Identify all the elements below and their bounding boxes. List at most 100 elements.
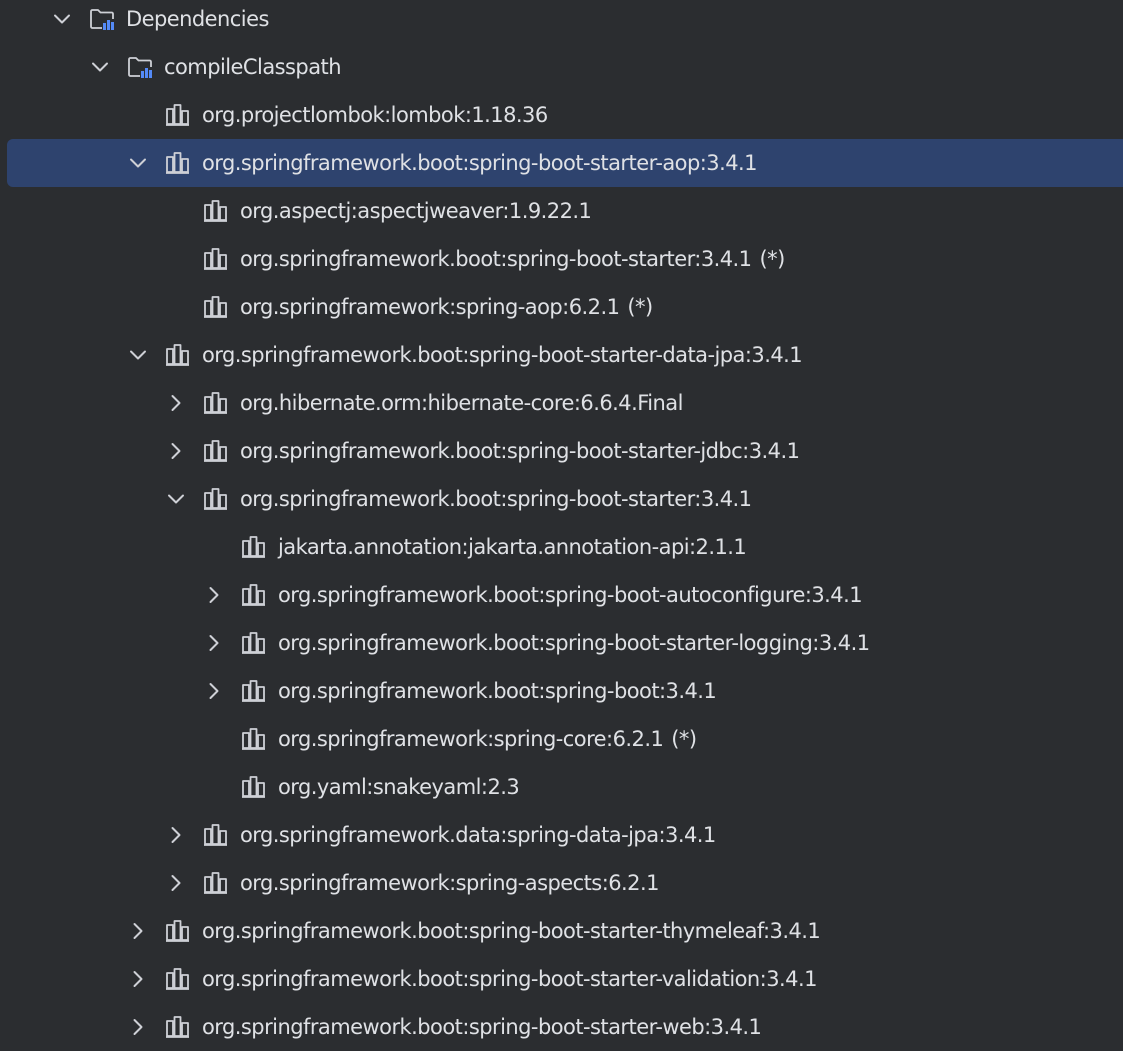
- tree-row-org-springframework-spring-aspects-6-2-1[interactable]: org.springframework:spring-aspects:6.2.1: [0, 859, 1123, 907]
- library-icon: [164, 965, 192, 993]
- tree-row-label: compileClasspath: [164, 43, 342, 91]
- library-icon: [240, 629, 268, 657]
- tree-row-org-springframework-data-spring-data-jpa-3-4-1[interactable]: org.springframework.data:spring-data-jpa…: [0, 811, 1123, 859]
- chevron-right-icon[interactable]: [124, 965, 152, 993]
- tree-row-label: org.springframework.boot:spring-boot-sta…: [240, 475, 752, 523]
- chevron-right-icon[interactable]: [162, 821, 190, 849]
- tree-row-label: org.springframework.boot:spring-boot:3.4…: [278, 667, 717, 715]
- chevron-right-icon[interactable]: [124, 917, 152, 945]
- library-icon: [202, 437, 230, 465]
- library-icon: [202, 821, 230, 849]
- chevron-down-icon[interactable]: [124, 341, 152, 369]
- tree-row-label: org.springframework.boot:spring-boot-sta…: [202, 139, 758, 187]
- library-icon: [240, 677, 268, 705]
- tree-row-org-springframework-boot-spring-boot-starter-3-4-1[interactable]: org.springframework.boot:spring-boot-sta…: [0, 475, 1123, 523]
- dependency-tree[interactable]: Dependencies compileClasspath org.projectl…: [0, 0, 1123, 1051]
- tree-row-dependencies[interactable]: Dependencies: [0, 0, 1123, 43]
- library-icon: [202, 389, 230, 417]
- chevron-right-icon[interactable]: [162, 869, 190, 897]
- library-icon: [240, 533, 268, 561]
- dependency-name: org.springframework:spring-aop:6.2.1: [240, 295, 620, 319]
- tree-row-label: org.springframework.boot:spring-boot-sta…: [240, 235, 785, 283]
- library-icon: [202, 869, 230, 897]
- tree-row-compileclasspath[interactable]: compileClasspath: [0, 43, 1123, 91]
- chevron-right-icon[interactable]: [200, 629, 228, 657]
- tree-row-org-hibernate-orm-hibernate-core-6-6-4-final[interactable]: org.hibernate.orm:hibernate-core:6.6.4.F…: [0, 379, 1123, 427]
- tree-row-label: org.hibernate.orm:hibernate-core:6.6.4.F…: [240, 379, 683, 427]
- tree-row-label: org.springframework:spring-core:6.2.1 (*): [278, 715, 697, 763]
- library-icon: [240, 773, 268, 801]
- chevron-right-icon[interactable]: [162, 389, 190, 417]
- tree-row-label: org.aspectj:aspectjweaver:1.9.22.1: [240, 187, 592, 235]
- dependency-name: compileClasspath: [164, 55, 342, 79]
- tree-row-label: org.springframework.boot:spring-boot-sta…: [202, 1003, 762, 1051]
- dependency-name: org.springframework.boot:spring-boot-sta…: [240, 247, 752, 271]
- chevron-right-icon[interactable]: [200, 581, 228, 609]
- dependency-name: org.springframework.boot:spring-boot:3.4…: [278, 679, 717, 703]
- tree-row-org-springframework-boot-spring-boot-starter-thymeleaf-3-4-1[interactable]: org.springframework.boot:spring-boot-sta…: [0, 907, 1123, 955]
- tree-row-org-springframework-boot-spring-boot-starter-validation-3-4-1[interactable]: org.springframework.boot:spring-boot-sta…: [0, 955, 1123, 1003]
- tree-row-org-springframework-boot-spring-boot-starter-aop-3-4-1[interactable]: org.springframework.boot:spring-boot-sta…: [0, 139, 1123, 187]
- chevron-down-icon[interactable]: [124, 149, 152, 177]
- library-icon: [202, 293, 230, 321]
- dependency-name: org.springframework.boot:spring-boot-sta…: [278, 631, 870, 655]
- tree-row-label: org.springframework.boot:spring-boot-sta…: [202, 907, 821, 955]
- library-icon: [164, 341, 192, 369]
- dependency-name: org.springframework.data:spring-data-jpa…: [240, 823, 716, 847]
- dependency-name: jakarta.annotation:jakarta.annotation-ap…: [278, 535, 747, 559]
- tree-row-org-springframework-boot-spring-boot-starter-logging-3-4-1[interactable]: org.springframework.boot:spring-boot-sta…: [0, 619, 1123, 667]
- library-icon: [164, 149, 192, 177]
- library-icon: [240, 725, 268, 753]
- dependency-name: org.springframework:spring-core:6.2.1: [278, 727, 664, 751]
- library-icon: [164, 917, 192, 945]
- tree-row-org-aspectj-aspectjweaver-1-9-22-1[interactable]: org.aspectj:aspectjweaver:1.9.22.1: [0, 187, 1123, 235]
- chevron-down-icon[interactable]: [86, 53, 114, 81]
- tree-row-label: org.springframework.boot:spring-boot-sta…: [202, 331, 803, 379]
- tree-row-label: org.springframework:spring-aop:6.2.1 (*): [240, 283, 653, 331]
- library-icon: [202, 485, 230, 513]
- tree-row-org-projectlombok-lombok-1-18-36[interactable]: org.projectlombok:lombok:1.18.36: [0, 91, 1123, 139]
- tree-row-org-springframework-boot-spring-boot-starter-jdbc-3-4-1[interactable]: org.springframework.boot:spring-boot-sta…: [0, 427, 1123, 475]
- tree-row-org-springframework-boot-spring-boot-autoconfigure-3-4-1[interactable]: org.springframework.boot:spring-boot-aut…: [0, 571, 1123, 619]
- tree-row-org-springframework-spring-core-6-2-1[interactable]: org.springframework:spring-core:6.2.1 (*): [0, 715, 1123, 763]
- chevron-right-icon[interactable]: [162, 437, 190, 465]
- tree-row-org-springframework-boot-spring-boot-starter-data-jpa-3-4-1[interactable]: org.springframework.boot:spring-boot-sta…: [0, 331, 1123, 379]
- dependency-name: Dependencies: [126, 7, 269, 31]
- dependency-name: org.springframework.boot:spring-boot-sta…: [202, 967, 817, 991]
- library-icon: [164, 101, 192, 129]
- folder-dependencies-icon: [126, 53, 154, 81]
- dependency-name: org.springframework.boot:spring-boot-sta…: [240, 487, 752, 511]
- tree-row-label: org.springframework.data:spring-data-jpa…: [240, 811, 716, 859]
- folder-dependencies-icon: [88, 5, 116, 33]
- tree-row-label: org.springframework.boot:spring-boot-aut…: [278, 571, 863, 619]
- library-icon: [240, 581, 268, 609]
- chevron-right-icon[interactable]: [124, 1013, 152, 1041]
- tree-row-label: org.springframework.boot:spring-boot-sta…: [278, 619, 870, 667]
- library-icon: [164, 1013, 192, 1041]
- chevron-down-icon[interactable]: [48, 5, 76, 33]
- tree-row-label: Dependencies: [126, 0, 269, 43]
- tree-row-org-springframework-boot-spring-boot-starter-3-4-1[interactable]: org.springframework.boot:spring-boot-sta…: [0, 235, 1123, 283]
- dependency-name: org.springframework.boot:spring-boot-sta…: [202, 151, 758, 175]
- tree-row-org-springframework-boot-spring-boot-starter-web-3-4-1[interactable]: org.springframework.boot:spring-boot-sta…: [0, 1003, 1123, 1051]
- dependency-name: org.yaml:snakeyaml:2.3: [278, 775, 520, 799]
- library-icon: [202, 245, 230, 273]
- dependency-name: org.springframework.boot:spring-boot-sta…: [202, 919, 821, 943]
- tree-row-label: org.springframework:spring-aspects:6.2.1: [240, 859, 659, 907]
- tree-row-org-springframework-boot-spring-boot-3-4-1[interactable]: org.springframework.boot:spring-boot:3.4…: [0, 667, 1123, 715]
- omitted-duplicate-marker: (*): [627, 295, 653, 319]
- tree-row-org-yaml-snakeyaml-2-3[interactable]: org.yaml:snakeyaml:2.3: [0, 763, 1123, 811]
- library-icon: [202, 197, 230, 225]
- tree-row-org-springframework-spring-aop-6-2-1[interactable]: org.springframework:spring-aop:6.2.1 (*): [0, 283, 1123, 331]
- chevron-right-icon[interactable]: [200, 677, 228, 705]
- dependency-name: org.aspectj:aspectjweaver:1.9.22.1: [240, 199, 592, 223]
- dependency-name: org.projectlombok:lombok:1.18.36: [202, 103, 548, 127]
- tree-row-jakarta-annotation-jakarta-annotation-api-2-1-1[interactable]: jakarta.annotation:jakarta.annotation-ap…: [0, 523, 1123, 571]
- dependency-name: org.springframework.boot:spring-boot-sta…: [202, 343, 803, 367]
- omitted-duplicate-marker: (*): [671, 727, 697, 751]
- dependency-name: org.springframework.boot:spring-boot-aut…: [278, 583, 863, 607]
- dependency-name: org.springframework:spring-aspects:6.2.1: [240, 871, 659, 895]
- tree-row-label: jakarta.annotation:jakarta.annotation-ap…: [278, 523, 747, 571]
- tree-row-label: org.projectlombok:lombok:1.18.36: [202, 91, 548, 139]
- chevron-down-icon[interactable]: [162, 485, 190, 513]
